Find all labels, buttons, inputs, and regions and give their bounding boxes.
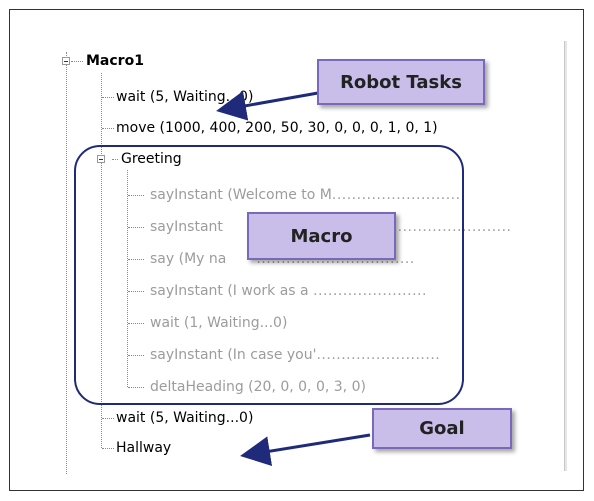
arrow-robot-tasks	[216, 91, 319, 121]
callout-macro: Macro	[247, 212, 396, 260]
arrow-goal	[240, 433, 371, 466]
callout-goal: Goal	[372, 408, 512, 449]
callout-robot-tasks: Robot Tasks	[317, 59, 485, 105]
